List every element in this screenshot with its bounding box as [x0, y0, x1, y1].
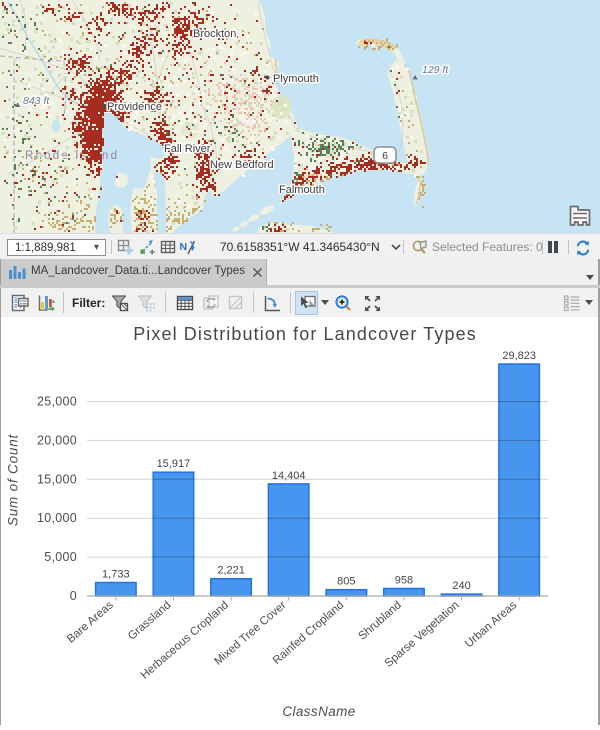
svg-text:6: 6: [382, 150, 388, 162]
svg-text:Falmouth: Falmouth: [279, 184, 325, 196]
svg-text:Providence: Providence: [107, 101, 162, 113]
svg-text:240: 240: [452, 580, 470, 592]
svg-text:15,000: 15,000: [37, 472, 77, 486]
svg-text:ClassName: ClassName: [282, 704, 355, 719]
svg-text:5,000: 5,000: [44, 550, 77, 564]
svg-text:Fall River: Fall River: [164, 143, 211, 155]
svg-text:New Bedford: New Bedford: [210, 159, 274, 171]
svg-text:Rhode Island: Rhode Island: [25, 150, 119, 162]
svg-text:1,733: 1,733: [102, 569, 130, 581]
svg-text:Sum of Count: Sum of Count: [6, 433, 21, 526]
svg-text:15,917: 15,917: [157, 458, 191, 470]
svg-text:843 ft: 843 ft: [23, 95, 50, 107]
svg-text:2,221: 2,221: [217, 565, 245, 577]
svg-text:10,000: 10,000: [37, 511, 77, 525]
svg-text:25,000: 25,000: [37, 395, 77, 409]
svg-text:N: N: [180, 241, 187, 253]
svg-text:Brockton: Brockton: [193, 28, 236, 40]
svg-text:Pixel Distribution for Landcov: Pixel Distribution for Landcover Types: [133, 324, 477, 344]
svg-text:129 ft: 129 ft: [422, 64, 449, 76]
svg-text:14,404: 14,404: [272, 470, 306, 482]
svg-text:20,000: 20,000: [37, 433, 77, 447]
svg-text:805: 805: [337, 576, 355, 588]
svg-text:958: 958: [395, 575, 413, 587]
svg-text:29,823: 29,823: [502, 350, 536, 362]
svg-text:0: 0: [70, 589, 77, 603]
svg-text:Plymouth: Plymouth: [273, 73, 319, 85]
